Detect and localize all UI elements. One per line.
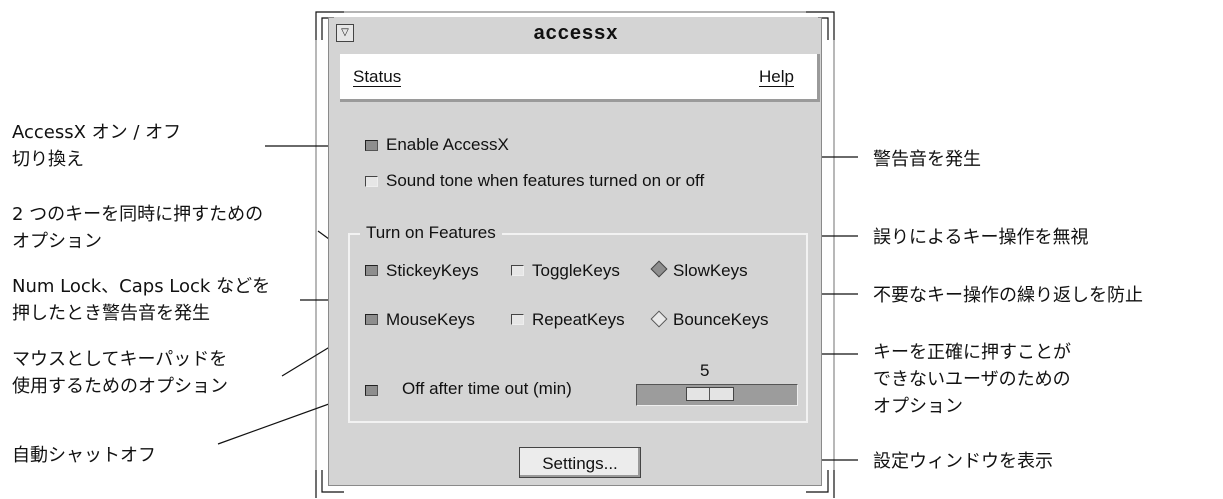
sound-tone-checkbox[interactable] [365,176,378,187]
menu-bar [340,54,820,102]
annotation-warning-tone: 警告音を発生 [873,149,981,170]
sound-tone-label: Sound tone when features turned on or of… [386,171,705,190]
repeatkeys-checkbox[interactable] [511,314,524,325]
bouncekeys-label: BounceKeys [673,310,769,329]
settings-button[interactable]: Settings... [519,447,641,478]
mousekeys-checkbox[interactable] [365,314,378,325]
mousekeys-label: MouseKeys [386,310,475,329]
window-title: accessx [533,22,619,44]
annotation-two-keys: 2 つのキーを同時に押すための オプション [12,204,264,252]
togglekeys-checkbox[interactable] [511,265,524,276]
turn-on-features-title: Turn on Features [360,223,502,243]
menu-status[interactable]: Status [353,67,402,87]
stickykeys-label: StickeyKeys [386,261,479,280]
annotation-lock-keys: Num Lock、Caps Lock などを 押したとき警告音を発生 [12,276,271,324]
enable-accessx-checkbox[interactable] [365,140,378,151]
enable-accessx-label: Enable AccessX [386,135,509,154]
annotation-enable-toggle: AccessX オン / オフ 切り換え [12,122,182,170]
slowkeys-label: SlowKeys [673,261,748,280]
annotation-settings-window: 設定ウィンドウを表示 [873,451,1053,472]
annotation-auto-shutoff: 自動シャットオフ [12,445,156,466]
timeout-label: Off after time out (min) [402,379,572,398]
timeout-slider-thumb[interactable] [686,387,734,401]
timeout-checkbox[interactable] [365,385,378,396]
annotation-prevent-repeat: 不要なキー操作の繰り返しを防止 [873,285,1143,306]
annotation-bounce: キーを正確に押すことが できないユーザのための オプション [873,342,1071,417]
annotation-mouse-keys: マウスとしてキーパッドを 使用するためのオプション [12,349,228,397]
repeatkeys-label: RepeatKeys [532,310,625,329]
menu-status-label: Status [353,67,402,87]
stickykeys-checkbox[interactable] [365,265,378,276]
togglekeys-label: ToggleKeys [532,261,620,280]
menu-help-label: Help [759,67,794,87]
annotation-ignore-errors: 誤りによるキー操作を無視 [873,227,1089,248]
menu-help[interactable]: Help [759,67,794,87]
timeout-value: 5 [700,361,710,380]
